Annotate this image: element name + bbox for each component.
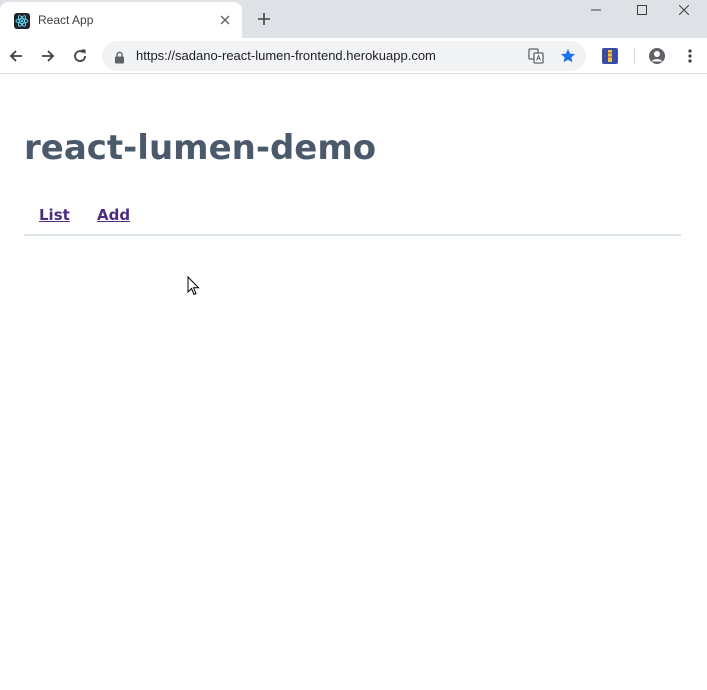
address-bar[interactable]: https://sadano-react-lumen-frontend.hero… bbox=[102, 41, 586, 71]
tab-close-icon[interactable] bbox=[216, 11, 234, 29]
lock-icon[interactable] bbox=[114, 49, 125, 68]
window-close-icon[interactable] bbox=[661, 0, 707, 20]
url-text[interactable]: https://sadano-react-lumen-frontend.hero… bbox=[136, 48, 436, 63]
browser-tab[interactable]: React App bbox=[0, 2, 242, 38]
toolbar-divider bbox=[634, 48, 635, 64]
back-arrow-icon[interactable] bbox=[4, 44, 28, 68]
page-content: react-lumen-demo List Add bbox=[0, 74, 707, 690]
translate-icon[interactable] bbox=[527, 47, 545, 65]
profile-avatar-icon[interactable] bbox=[647, 46, 667, 66]
nav-link-add[interactable]: Add bbox=[97, 206, 130, 224]
react-logo-icon bbox=[14, 13, 30, 29]
nav-link-list[interactable]: List bbox=[39, 206, 70, 224]
maximize-icon[interactable] bbox=[619, 0, 665, 20]
new-tab-plus-icon[interactable] bbox=[254, 9, 274, 29]
bookmark-star-icon[interactable] bbox=[559, 47, 577, 65]
forward-arrow-icon[interactable] bbox=[36, 44, 60, 68]
app-nav: List Add bbox=[24, 202, 681, 236]
app-title: react-lumen-demo bbox=[24, 128, 377, 168]
tab-title: React App bbox=[38, 13, 94, 27]
menu-dots-icon[interactable] bbox=[680, 46, 700, 66]
browser-toolbar: https://sadano-react-lumen-frontend.hero… bbox=[0, 38, 707, 74]
mouse-cursor-icon bbox=[187, 275, 200, 300]
extension-icon[interactable] bbox=[600, 46, 620, 66]
reload-icon[interactable] bbox=[68, 44, 92, 68]
minimize-icon[interactable] bbox=[573, 0, 619, 20]
browser-tabstrip: React App bbox=[0, 0, 707, 38]
